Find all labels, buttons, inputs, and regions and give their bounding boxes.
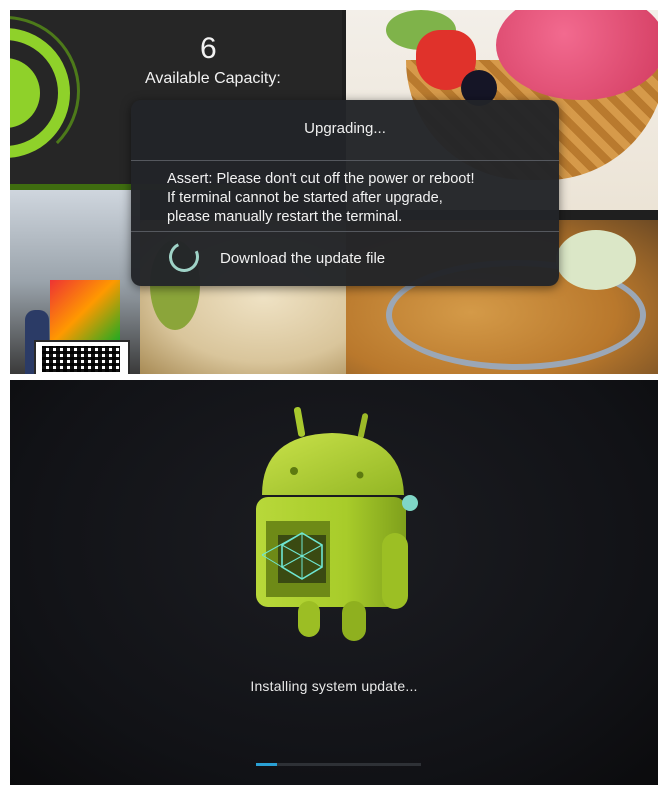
message-line: Assert: Please don't cut off the power o… <box>167 171 475 187</box>
capacity-label: Available Capacity: <box>145 70 281 87</box>
qr-code <box>34 340 130 374</box>
capacity-value: 6 <box>200 32 217 65</box>
message-line: If terminal cannot be started after upgr… <box>167 190 443 206</box>
display-screen <box>50 280 120 340</box>
qr-pattern <box>42 346 120 372</box>
android-robot-icon <box>256 407 418 641</box>
install-progress-fill <box>256 763 278 766</box>
divider <box>131 160 559 161</box>
install-progress-bar <box>256 763 421 766</box>
divider <box>131 231 559 232</box>
lettuce <box>556 230 636 290</box>
loading-spinner-icon <box>164 237 204 277</box>
message-line: please manually restart the terminal. <box>167 209 403 225</box>
download-status-text: Download the update file <box>220 250 386 267</box>
signage-screen: 6 Available Capacity: Upgrading... Asser… <box>10 10 658 374</box>
dialog-title: Upgrading... <box>304 120 386 137</box>
dialog-message: Assert: Please don't cut off the power o… <box>167 170 547 227</box>
upgrade-dialog: Upgrading... Assert: Please don't cut of… <box>131 100 559 286</box>
install-status-text: Installing system update... <box>250 678 418 694</box>
system-update-screen: Installing system update... <box>10 380 658 785</box>
